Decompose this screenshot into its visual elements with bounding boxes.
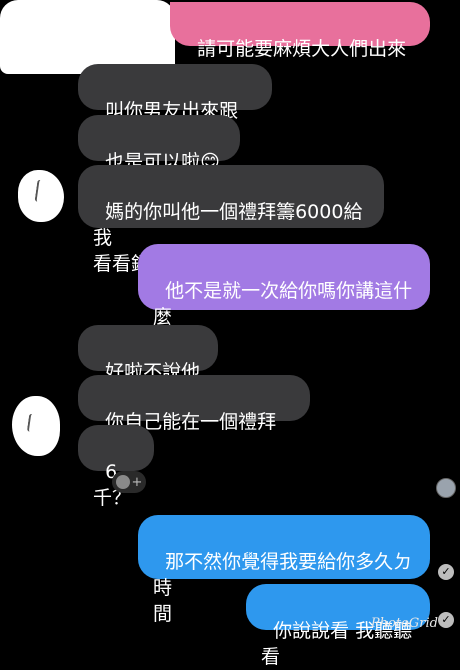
message-bubble-outgoing[interactable]: 他不是就一次給你嗎你講這什麼 屁話 <box>138 244 430 354</box>
photogrid-watermark: PhotoGrid <box>370 616 438 631</box>
message-bubble-incoming[interactable]: 也是可以啦😊😊 <box>78 115 240 199</box>
redacted-area <box>0 0 175 74</box>
avatar-scribble <box>26 413 38 433</box>
message-bubble-incoming[interactable]: 叫你男友出來跟我講 <box>78 64 272 148</box>
message-bubble-outgoing[interactable]: 那不然你覺得我要給你多久ㄉ時 間 <box>138 515 430 625</box>
avatar-scribble <box>34 179 46 203</box>
message-bubble-incoming[interactable]: 6千？ <box>78 425 154 509</box>
contact-avatar[interactable] <box>12 396 60 456</box>
check-circle-icon: ✓ <box>438 564 454 580</box>
smiley-icon <box>115 475 130 489</box>
add-reaction-button[interactable]: + <box>112 471 146 493</box>
plus-icon: + <box>131 474 143 490</box>
seen-avatar-icon <box>436 478 456 498</box>
check-circle-icon: ✓ <box>438 612 454 628</box>
contact-avatar[interactable] <box>18 170 64 222</box>
message-bubble-incoming[interactable]: 媽的你叫他一個禮拜籌6000給我 看看銅😊 <box>78 165 384 275</box>
message-bubble-outgoing[interactable]: 請可能要麻煩大人們出來處理 <box>170 2 430 86</box>
message-bubble-incoming[interactable]: 好啦不說他啦 <box>78 325 218 409</box>
message-bubble-incoming[interactable]: 你自己能在一個禮拜籌出 <box>78 375 310 459</box>
